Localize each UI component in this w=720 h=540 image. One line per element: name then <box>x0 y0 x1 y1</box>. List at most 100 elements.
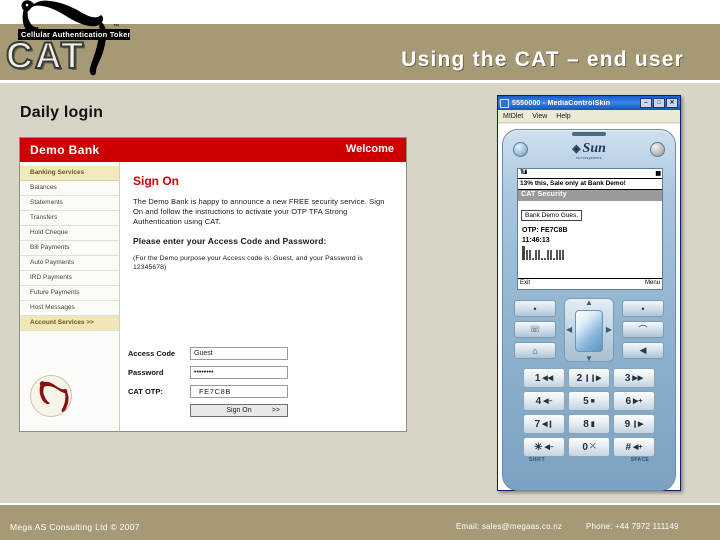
keypad-key[interactable]: 5 ■ <box>568 391 610 411</box>
emulator-title-bar: 5550000 - MediaControlSkin – □ ✕ <box>498 96 680 110</box>
screen-status-bar: Tull ▮▮ <box>518 169 662 179</box>
emulator-stage: ◈ Sun microsystems Tull ▮▮ 13% this, Sale… <box>498 124 680 491</box>
battery-icon: ▮▮ <box>655 171 661 177</box>
logo-wordmark: CAT <box>5 35 86 77</box>
bank-nav-item[interactable]: Banking Services <box>20 166 119 181</box>
keypad-key-media-icon: ◀◀ <box>542 375 554 382</box>
bank-nav-item[interactable]: Auto Payments <box>20 256 119 271</box>
keypad-row: 4 ◀– 5 ■ 6 ▶+ <box>523 391 655 411</box>
phone-dpad[interactable]: ▲ ▼ ◀ ▶ <box>564 298 614 363</box>
emulator-menu-item[interactable]: MIDlet <box>503 113 523 120</box>
window-controls[interactable]: – □ ✕ <box>640 98 678 108</box>
phone-right-knob-icon[interactable] <box>650 142 665 157</box>
keypad-key[interactable]: 8 ▮ <box>568 414 610 434</box>
otp-progress-segment <box>553 258 555 260</box>
bank-nav-item[interactable]: Host Messages <box>20 301 119 316</box>
cat-otp-row: CAT OTP: <box>128 385 298 398</box>
keypad-key[interactable]: 7 ◀❙ <box>523 414 565 434</box>
phone-left-knob-icon[interactable] <box>513 142 528 157</box>
emulator-menu-bar[interactable]: MIDlet View Help <box>498 110 680 123</box>
signal-icon: Tull <box>520 170 527 176</box>
bank-nav-item[interactable]: Hold Cheque <box>20 226 119 241</box>
phone-screen: Tull ▮▮ 13% this, Sale only at Bank Demo… <box>517 168 663 290</box>
signon-form: Access Code Password CAT OTP: Sign On >> <box>128 347 298 417</box>
footer-email: Email: sales@megaas.co.nz <box>456 522 563 531</box>
bank-nav-item[interactable]: Account Services >> <box>20 316 119 331</box>
keypad-key-media-icon: ⤫ <box>589 443 596 450</box>
bank-nav-item[interactable]: Bill Payments <box>20 241 119 256</box>
keypad-key-media-icon: ▶▶ <box>632 375 644 382</box>
screen-softkey-bar: Exit Menu <box>518 278 662 289</box>
phone-antenna <box>572 132 606 136</box>
bank-nav-item[interactable]: Statements <box>20 196 119 211</box>
access-code-label: Access Code <box>128 349 176 358</box>
phone-button-home-icon[interactable]: ⌂ <box>514 342 556 359</box>
otp-progress-segment <box>550 250 552 260</box>
sign-on-button-arrows: >> <box>271 407 280 414</box>
access-code-input[interactable] <box>190 347 288 360</box>
otp-progress-segment <box>529 250 531 260</box>
keypad-key-digit: ✳ <box>534 441 543 453</box>
keypad-key[interactable]: 6 ▶+ <box>613 391 655 411</box>
bank-nav-item[interactable]: Transfers <box>20 211 119 226</box>
sun-logo-text: Sun <box>582 141 606 156</box>
bank-nav-item[interactable]: IRD Payments <box>20 271 119 286</box>
keypad-key[interactable]: 2 ❙❙▶ <box>568 368 610 388</box>
otp-display: OTP: FE7C8B <box>522 227 568 234</box>
slide-root: Using the CAT – end user Cellular Authen… <box>0 0 720 540</box>
keypad-key-media-icon: ◀❙ <box>542 421 554 428</box>
cat-otp-label: CAT OTP: <box>128 387 163 396</box>
close-icon[interactable]: ✕ <box>666 98 678 108</box>
otp-progress-segment <box>559 250 561 260</box>
keypad-key-media-icon: ❙▶ <box>632 421 644 428</box>
keypad-key[interactable]: 9 ❙▶ <box>613 414 655 434</box>
keypad-key-digit: 2 <box>576 372 583 384</box>
otp-progress-segment <box>535 250 537 260</box>
keypad-key-digit: 7 <box>534 418 541 430</box>
cat-otp-input[interactable] <box>190 385 288 398</box>
minimize-icon[interactable]: – <box>640 98 652 108</box>
dpad-down-icon[interactable]: ▼ <box>585 354 593 363</box>
keypad-key[interactable]: 1 ◀◀ <box>523 368 565 388</box>
keypad-key[interactable]: 4 ◀– <box>523 391 565 411</box>
keypad-key-media-icon: ▶+ <box>633 398 643 405</box>
signon-heading: Sign On <box>133 174 179 188</box>
screen-ticker: 13% this, Sale only at Bank Demo! <box>518 179 662 190</box>
keypad-key[interactable]: ✳ ◀– <box>523 437 565 457</box>
softkey-right-label[interactable]: Menu <box>645 280 660 286</box>
phone-button-left-1[interactable]: • <box>514 300 556 317</box>
account-list-item[interactable]: Bank Demo Gues. <box>521 210 583 221</box>
signon-intro-text: The Demo Bank is happy to announce a new… <box>133 197 385 226</box>
otp-progress-bar <box>522 246 659 260</box>
keypad-softkey-row: SHIFT SPACE <box>523 456 655 463</box>
keypad-key[interactable]: # ◀+ <box>613 437 655 457</box>
phone-device: ◈ Sun microsystems Tull ▮▮ 13% this, Sale… <box>502 129 676 491</box>
phone-button-call-icon[interactable]: ☏ <box>514 321 556 338</box>
softkey-left-label[interactable]: Exit <box>520 280 530 286</box>
sign-on-button[interactable]: Sign On >> <box>190 404 288 417</box>
phone-button-endcall-icon[interactable]: ⌒ <box>622 321 664 338</box>
dpad-up-icon[interactable]: ▲ <box>585 298 593 307</box>
keypad-key-digit: 0 <box>582 441 588 453</box>
dpad-select-button[interactable] <box>575 310 603 352</box>
keypad-key[interactable]: 3 ▶▶ <box>613 368 655 388</box>
logo-trademark: ™ <box>113 24 119 30</box>
phone-keypad[interactable]: 1 ◀◀ 2 ❙❙▶ 3 ▶▶ 4 ◀– 5 ■ 6 ▶+ 7 ◀❙ 8 ▮ 9 ❙▶ ✳ ◀– 0 ⤫ # ◀+ <box>523 368 655 460</box>
bank-body: Banking Services Balances Statements Transf… <box>20 162 406 431</box>
sun-diamond-icon: ◈ <box>572 143 581 155</box>
emulator-menu-item[interactable]: Help <box>556 113 570 120</box>
maximize-icon[interactable]: □ <box>653 98 665 108</box>
bank-nav-item[interactable]: Future Payments <box>20 286 119 301</box>
dpad-right-icon[interactable]: ▶ <box>606 325 612 334</box>
phone-button-right-1[interactable]: • <box>622 300 664 317</box>
dpad-left-icon[interactable]: ◀ <box>566 325 572 334</box>
keypad-key[interactable]: 0 ⤫ <box>568 437 610 457</box>
otp-progress-segment <box>541 258 543 260</box>
sign-on-button-label: Sign On <box>226 407 252 414</box>
password-input[interactable] <box>190 366 288 379</box>
footer-phone: Phone: +44 7972 111149 <box>586 522 679 531</box>
sun-logo-subtext: microsystems <box>576 156 602 160</box>
emulator-menu-item[interactable]: View <box>532 113 547 120</box>
phone-button-back-icon[interactable]: ◀ <box>622 342 664 359</box>
bank-nav-item[interactable]: Balances <box>20 181 119 196</box>
